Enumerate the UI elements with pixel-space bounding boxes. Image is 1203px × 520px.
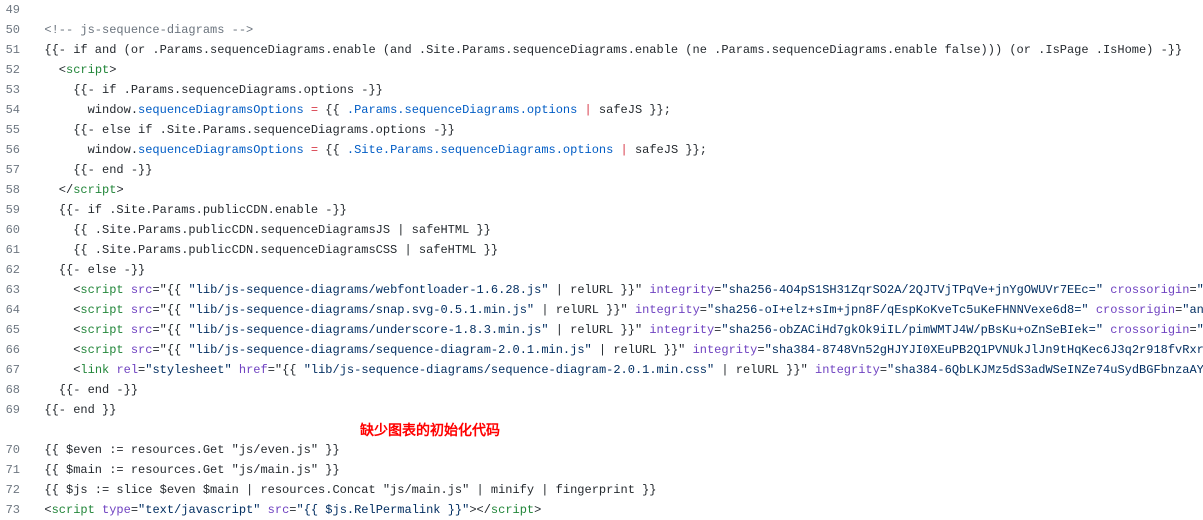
line-number: 72	[4, 480, 22, 500]
code-line: </script>	[30, 180, 1203, 200]
line-number: 63	[4, 280, 22, 300]
line-number: 59	[4, 200, 22, 220]
line-number: 58	[4, 180, 22, 200]
code-line: window.sequenceDiagramsOptions = {{ .Par…	[30, 100, 1203, 120]
code-line: {{- end -}}	[30, 380, 1203, 400]
line-number: 64	[4, 300, 22, 320]
line-number: 61	[4, 240, 22, 260]
code-line: {{ $js := slice $even $main | resources.…	[30, 480, 1203, 500]
line-number: 60	[4, 220, 22, 240]
code-line: {{- if .Site.Params.publicCDN.enable -}}	[30, 200, 1203, 220]
line-number: 54	[4, 100, 22, 120]
line-number: 49	[4, 0, 22, 20]
code-editor: 4950515253545556575859606162636465666768…	[0, 0, 1203, 520]
line-number: 67	[4, 360, 22, 380]
line-number: 68	[4, 380, 22, 400]
code-line: {{- end -}}	[30, 160, 1203, 180]
line-number: 57	[4, 160, 22, 180]
code-line: {{ $main := resources.Get "js/main.js" }…	[30, 460, 1203, 480]
line-number: 56	[4, 140, 22, 160]
code-line: <script src="{{ "lib/js-sequence-diagram…	[30, 280, 1203, 300]
line-number: 66	[4, 340, 22, 360]
line-number: 65	[4, 320, 22, 340]
code-line: {{ $even := resources.Get "js/even.js" }…	[30, 440, 1203, 460]
code-line: {{- else if .Site.Params.sequenceDiagram…	[30, 120, 1203, 140]
code-line: {{- end }}	[30, 400, 1203, 420]
code-line: <script src="{{ "lib/js-sequence-diagram…	[30, 320, 1203, 340]
code-line: <script src="{{ "lib/js-sequence-diagram…	[30, 300, 1203, 320]
code-line: {{ .Site.Params.publicCDN.sequenceDiagra…	[30, 220, 1203, 240]
code-line: {{- else -}}	[30, 260, 1203, 280]
code-line: <script type="text/javascript" src="{{ $…	[30, 500, 1203, 520]
code-line: {{- if .Params.sequenceDiagrams.options …	[30, 80, 1203, 100]
line-number: 55	[4, 120, 22, 140]
code-line: {{ .Site.Params.publicCDN.sequenceDiagra…	[30, 240, 1203, 260]
line-number: 73	[4, 500, 22, 520]
line-number: 70	[4, 440, 22, 460]
code-line: <script src="{{ "lib/js-sequence-diagram…	[30, 340, 1203, 360]
line-number: 71	[4, 460, 22, 480]
code-line	[30, 0, 1203, 20]
code-line: {{- if and (or .Params.sequenceDiagrams.…	[30, 40, 1203, 60]
code-line: <!-- js-sequence-diagrams -->	[30, 20, 1203, 40]
code-line: <script>	[30, 60, 1203, 80]
code-line: <link rel="stylesheet" href="{{ "lib/js-…	[30, 360, 1203, 380]
line-number: 50	[4, 20, 22, 40]
line-number: 52	[4, 60, 22, 80]
code-line: window.sequenceDiagramsOptions = {{ .Sit…	[30, 140, 1203, 160]
line-number-gutter: 4950515253545556575859606162636465666768…	[0, 0, 30, 520]
line-number: 53	[4, 80, 22, 100]
line-number: 62	[4, 260, 22, 280]
line-number: 69	[4, 400, 22, 420]
annotation-text: 缺少图表的初始化代码	[30, 420, 1203, 440]
code-content[interactable]: <!-- js-sequence-diagrams --> {{- if and…	[30, 0, 1203, 520]
line-number: 51	[4, 40, 22, 60]
